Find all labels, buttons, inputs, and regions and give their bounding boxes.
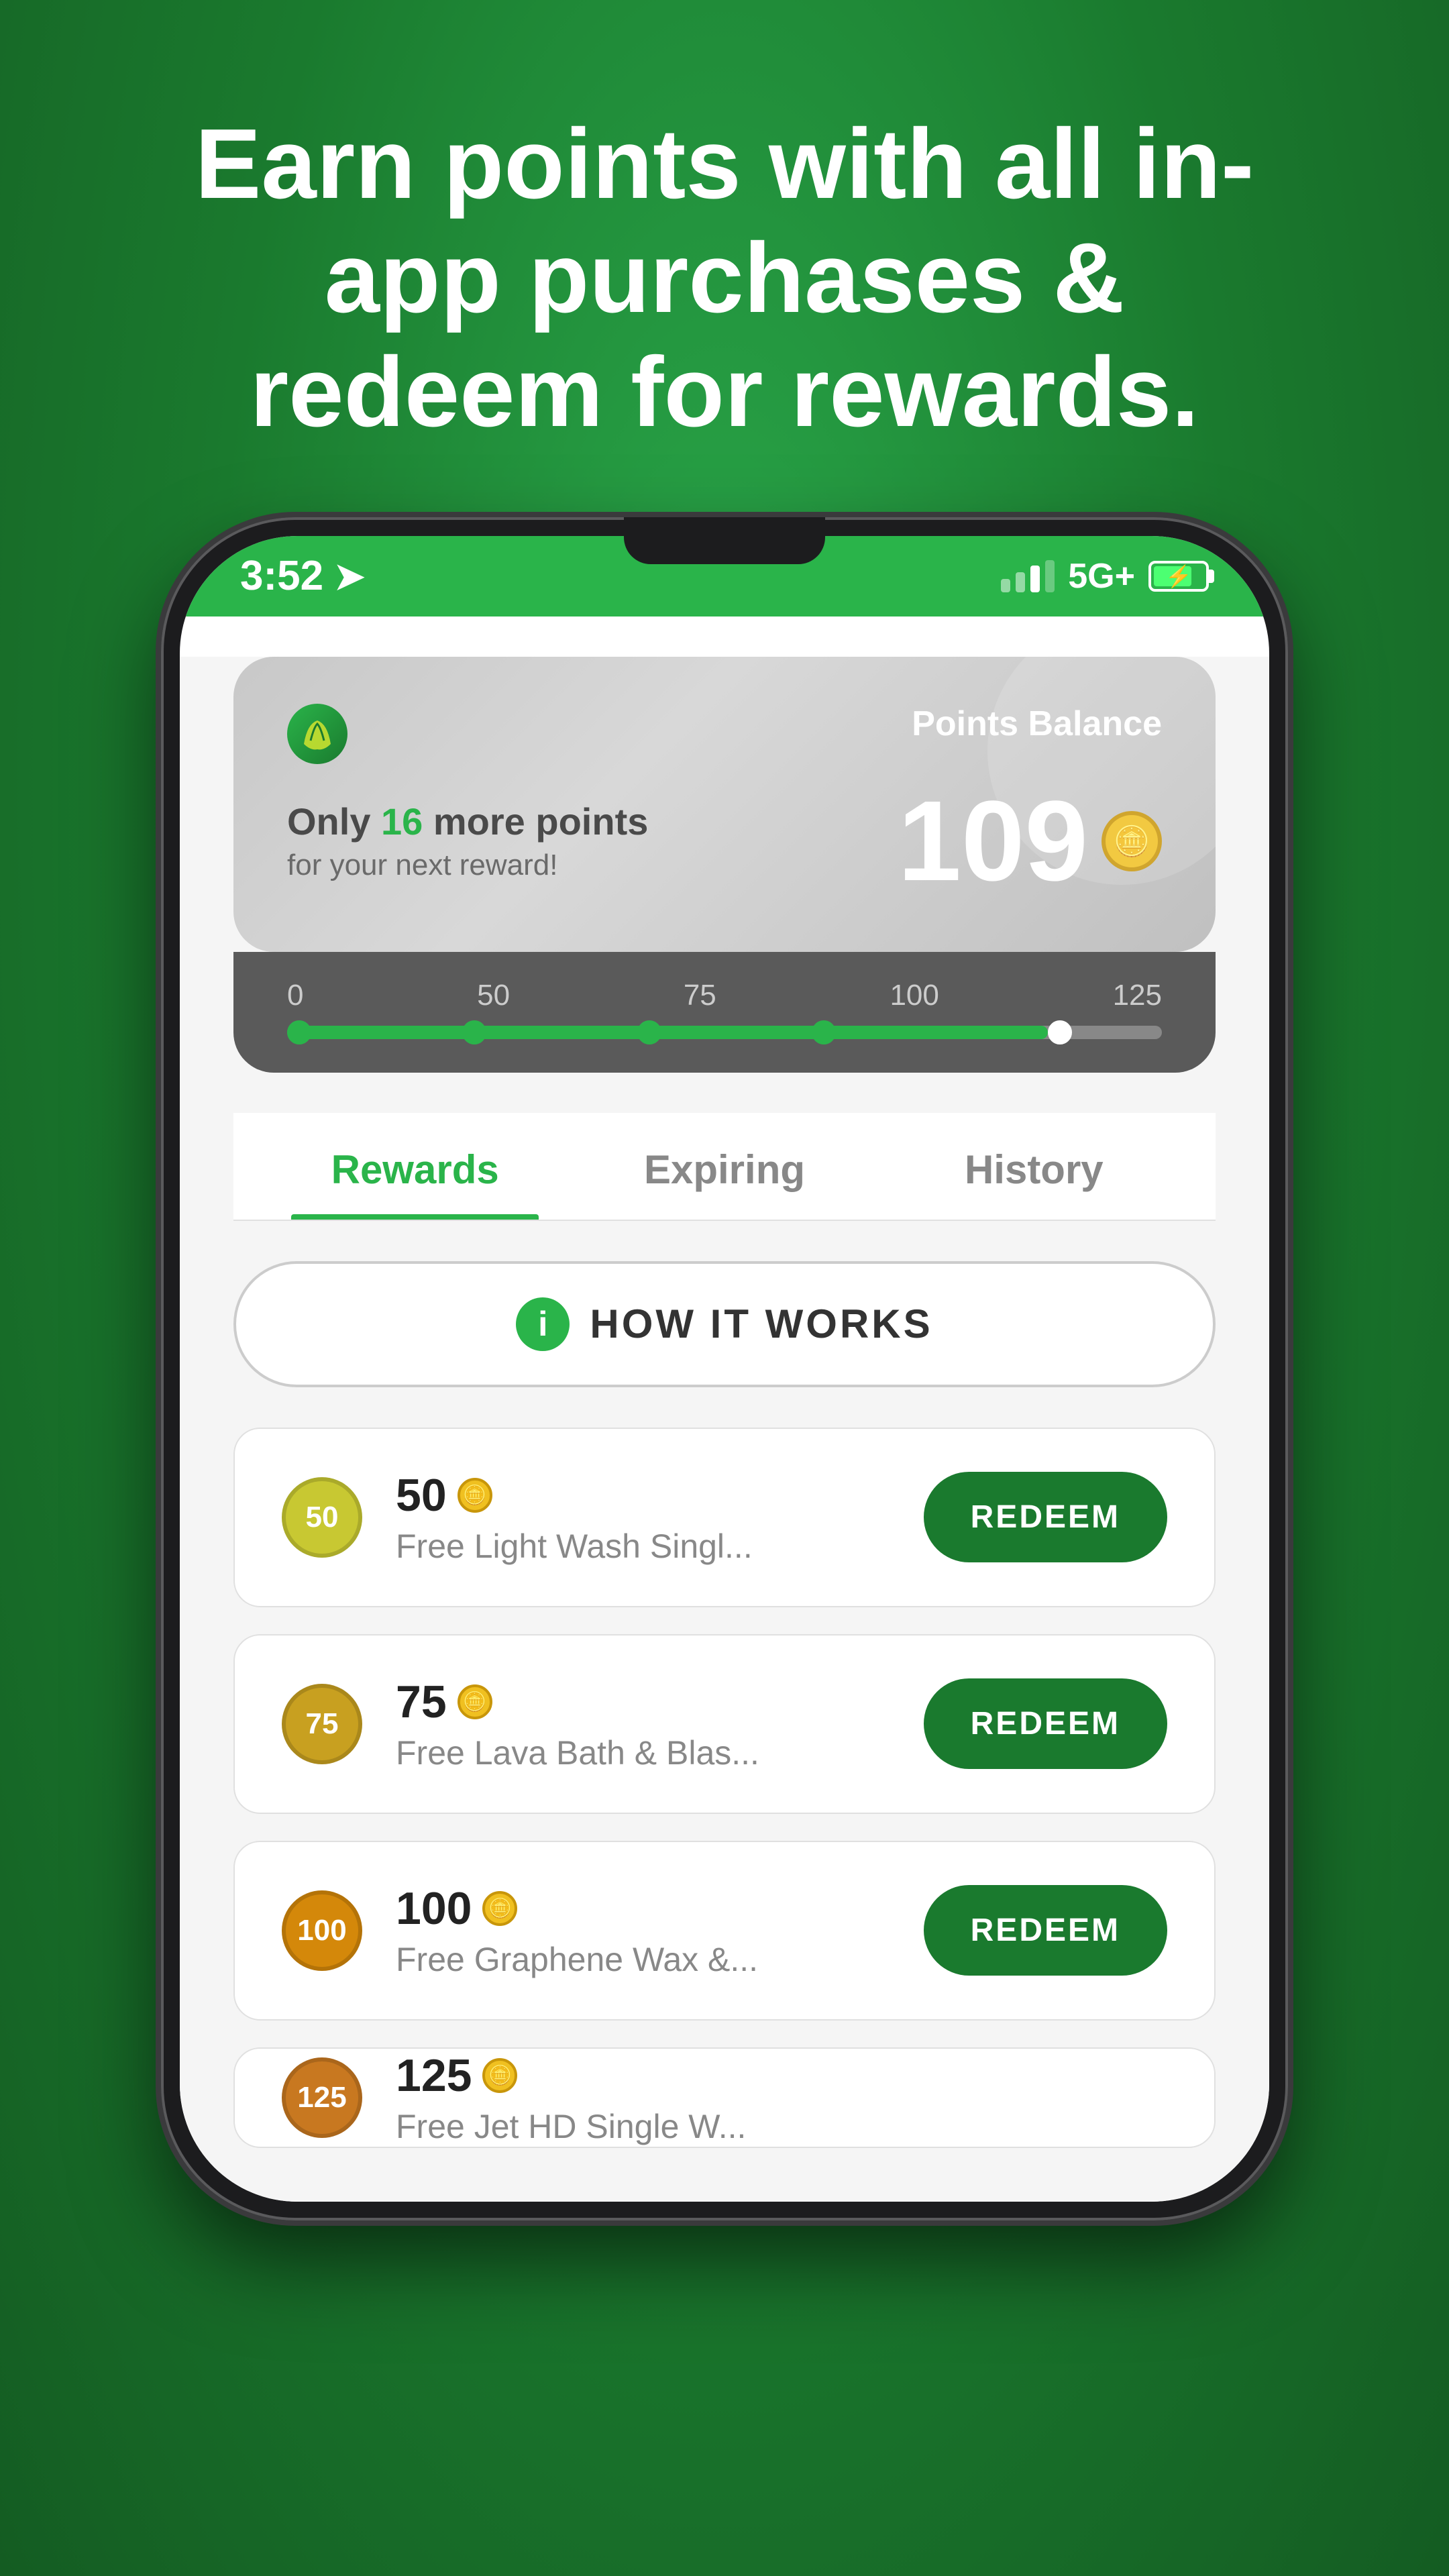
current-points-number: 109 (898, 784, 1088, 898)
progress-track (287, 1026, 1162, 1039)
redeem-button-75[interactable]: REDEEM (924, 1678, 1167, 1769)
reward-badge-125: 125 (282, 2057, 362, 2138)
reward-item-100: 100 100 🪙 Free Graphene Wax &... REDEEM (233, 1841, 1216, 2021)
card-middle-row: Only 16 more points for your next reward… (287, 784, 1162, 898)
signal-strength-icon (1001, 560, 1055, 592)
reward-info-75: 75 🪙 Free Lava Bath & Blas... (396, 1676, 890, 1772)
points-number-display: 109 🪙 (898, 784, 1162, 898)
intro-word: Only (287, 800, 370, 843)
signal-bar-2 (1016, 572, 1025, 592)
app-content: Points Balance Only 16 more points for y… (180, 657, 1269, 2202)
points-balance-label: Points Balance (912, 704, 1162, 744)
reward-info-100: 100 🪙 Free Graphene Wax &... (396, 1882, 890, 1979)
reward-points-75: 75 (396, 1676, 447, 1728)
points-intro-text: Only 16 more points (287, 800, 898, 843)
tabs-row: Rewards Expiring History (233, 1113, 1216, 1221)
status-right-group: 5G+ ⚡ (1001, 556, 1209, 596)
logo-circle (287, 704, 347, 764)
label-75: 75 (684, 979, 716, 1012)
logo-svg (297, 717, 337, 751)
points-text-left: Only 16 more points for your next reward… (287, 800, 898, 882)
tab-expiring[interactable]: Expiring (570, 1113, 879, 1220)
signal-bar-3 (1030, 566, 1040, 592)
reward-points-row-50: 50 🪙 (396, 1469, 890, 1521)
reward-badge-100: 100 (282, 1890, 362, 1971)
how-it-works-label: HOW IT WORKS (590, 1301, 932, 1347)
reward-points-row-75: 75 🪙 (396, 1676, 890, 1728)
reward-info-125: 125 🪙 Free Jet HD Single W... (396, 2049, 1167, 2146)
reward-info-50: 50 🪙 Free Light Wash Singl... (396, 1469, 890, 1566)
info-icon: i (516, 1297, 570, 1351)
coin-icon-100: 🪙 (482, 1891, 517, 1926)
how-it-works-button[interactable]: i HOW IT WORKS (233, 1261, 1216, 1387)
points-card: Points Balance Only 16 more points for y… (233, 657, 1216, 952)
progress-section: 0 50 75 100 125 (233, 952, 1216, 1073)
reward-badge-75: 75 (282, 1684, 362, 1764)
reward-points-50: 50 (396, 1469, 447, 1521)
phone-notch (624, 517, 825, 564)
intro-suffix: more points (433, 800, 648, 843)
sub-text: for your next reward! (287, 849, 898, 882)
location-icon: ➤ (334, 555, 365, 598)
redeem-button-100[interactable]: REDEEM (924, 1885, 1167, 1976)
progress-dot-4 (1048, 1020, 1072, 1044)
time-display: 3:52 (240, 552, 323, 600)
status-time: 3:52 ➤ (240, 552, 365, 600)
label-0: 0 (287, 979, 303, 1012)
card-top-row: Points Balance (287, 704, 1162, 764)
tab-rewards[interactable]: Rewards (260, 1113, 570, 1220)
reward-desc-75: Free Lava Bath & Blas... (396, 1733, 890, 1772)
reward-points-100: 100 (396, 1882, 472, 1935)
reward-desc-50: Free Light Wash Singl... (396, 1527, 890, 1566)
phone-screen: 3:52 ➤ 5G+ ⚡ (180, 536, 1269, 2202)
main-headline: Earn points with all in-app purchases & … (54, 0, 1395, 517)
reward-item-125: 125 125 🪙 Free Jet HD Single W... (233, 2047, 1216, 2148)
coin-icon-large: 🪙 (1102, 811, 1162, 871)
network-type: 5G+ (1068, 556, 1135, 596)
redeem-button-50[interactable]: REDEEM (924, 1472, 1167, 1562)
reward-points-125: 125 (396, 2049, 472, 2102)
signal-bar-1 (1001, 579, 1010, 592)
reward-item-75: 75 75 🪙 Free Lava Bath & Blas... REDEEM (233, 1634, 1216, 1814)
tab-history[interactable]: History (879, 1113, 1189, 1220)
progress-labels: 0 50 75 100 125 (287, 979, 1162, 1012)
progress-fill (287, 1026, 1048, 1039)
progress-dot-0 (287, 1020, 311, 1044)
reward-points-row-100: 100 🪙 (396, 1882, 890, 1935)
battery-icon: ⚡ (1148, 561, 1209, 592)
reward-item-50: 50 50 🪙 Free Light Wash Singl... REDEEM (233, 1428, 1216, 1607)
battery-bolt-icon: ⚡ (1165, 564, 1192, 589)
app-logo (287, 704, 347, 764)
phone-mockup: 3:52 ➤ 5G+ ⚡ (161, 517, 1288, 2220)
coin-icon-125: 🪙 (482, 2058, 517, 2093)
highlight-number: 16 (381, 800, 423, 843)
reward-desc-100: Free Graphene Wax &... (396, 1940, 890, 1979)
reward-desc-125: Free Jet HD Single W... (396, 2107, 1167, 2146)
label-100: 100 (890, 979, 938, 1012)
reward-points-row-125: 125 🪙 (396, 2049, 1167, 2102)
coin-icon-75: 🪙 (458, 1684, 492, 1719)
progress-dot-2 (637, 1020, 661, 1044)
coin-icon-50: 🪙 (458, 1478, 492, 1513)
label-125: 125 (1113, 979, 1162, 1012)
label-50: 50 (477, 979, 510, 1012)
progress-dot-1 (462, 1020, 486, 1044)
progress-dot-3 (812, 1020, 836, 1044)
signal-bar-4 (1045, 560, 1055, 592)
reward-badge-50: 50 (282, 1477, 362, 1558)
